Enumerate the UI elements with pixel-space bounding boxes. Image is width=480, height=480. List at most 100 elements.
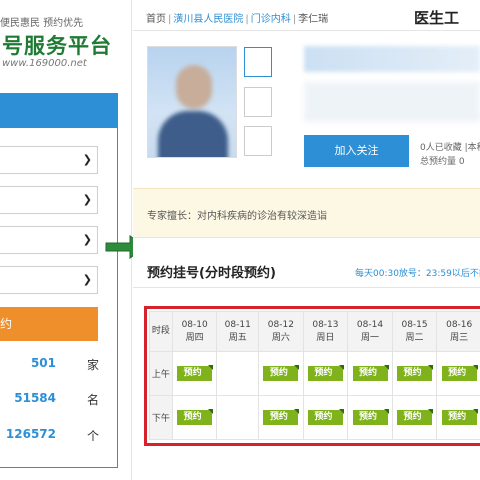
stat-doctors-value: 51584 <box>14 391 56 405</box>
appointment-count: 总预约量 0 <box>420 157 465 167</box>
doctor-photo <box>147 46 237 158</box>
schedule-date: 08-16 <box>446 319 473 330</box>
schedule-release-note: 每天00:30放号：23:59以后不能 <box>355 269 480 279</box>
schedule-slot: 预约 <box>258 351 304 396</box>
chevron-down-icon: ❯ <box>82 153 92 166</box>
schedule-row-label: 下午 <box>149 395 173 440</box>
breadcrumb-separator: | <box>168 14 172 25</box>
hospital-select[interactable]: ❯ <box>0 186 98 214</box>
schedule-weekday: 周一 <box>360 332 379 343</box>
breadcrumb-hospital[interactable]: 潢川县人民医院 <box>173 14 243 25</box>
schedule-row-label: 上午 <box>149 351 173 396</box>
schedule-slot: 预约 <box>171 395 218 440</box>
book-slot-button[interactable]: 预约 <box>352 365 389 381</box>
stat-appointments: 126572 个 <box>0 427 116 447</box>
schedule-weekday: 周日 <box>316 332 335 343</box>
expertise-box: 专家擅长：对内科疾病的诊治有较深造诣 <box>133 188 480 238</box>
schedule-date: 08-14 <box>356 319 384 330</box>
schedule-weekday: 周四 <box>185 332 204 343</box>
doctor-photo-body <box>158 111 228 157</box>
expertise-text: 专家擅长：对内科疾病的诊治有较深造诣 <box>147 211 327 222</box>
schedule-slot: 预约 <box>347 351 393 396</box>
schedule-row-afternoon: 下午 预约 预约 预约 预约 预约 预约 <box>149 395 480 440</box>
breadcrumb-separator: | <box>245 14 249 25</box>
chevron-down-icon: ❯ <box>82 233 92 246</box>
book-slot-button[interactable]: 预约 <box>263 409 300 425</box>
schedule-slot: 预约 <box>171 351 218 396</box>
site-brand-url: www.169000.net <box>2 58 87 69</box>
book-slot-button[interactable]: 预约 <box>307 409 344 425</box>
breadcrumb-doctor: 李仁瑞 <box>298 14 329 25</box>
book-slot-button[interactable]: 预约 <box>307 365 344 381</box>
stat-doctors: 51584 名 <box>0 391 116 411</box>
schedule-slot: 预约 <box>391 395 438 440</box>
book-slot-button[interactable]: 预约 <box>441 409 478 425</box>
doctor-photo-face <box>176 65 212 109</box>
divider <box>133 287 480 288</box>
schedule-date: 08-11 <box>224 319 251 330</box>
chevron-down-icon: ❯ <box>82 193 92 206</box>
book-slot-button[interactable]: 预约 <box>397 409 434 425</box>
breadcrumb-home[interactable]: 首页 <box>146 14 166 25</box>
schedule-day-header: 08-12 周六 <box>258 311 304 352</box>
doctor-select[interactable]: ❯ <box>0 266 98 294</box>
schedule-slot: 预约 <box>391 351 438 396</box>
schedule-slot: 预约 <box>436 395 480 440</box>
book-slot-button[interactable]: 预约 <box>441 365 478 381</box>
stat-doctors-unit: 名 <box>86 393 99 407</box>
schedule-slot-empty <box>216 395 260 440</box>
schedule-weekday: 周五 <box>228 332 247 343</box>
schedule-slot-empty <box>216 351 260 396</box>
schedule-day-header: 08-10 周四 <box>171 311 218 352</box>
page-title: 医生工 <box>414 9 460 27</box>
doctor-info-blurred <box>304 82 480 122</box>
book-slot-button[interactable]: 预约 <box>177 365 214 381</box>
doctor-name-blurred <box>304 46 480 72</box>
schedule-day-header: 08-14 周一 <box>347 311 393 352</box>
schedule-day-header: 08-13 周日 <box>302 311 349 352</box>
book-slot-button[interactable]: 预约 <box>352 409 389 425</box>
site-tagline: 便民惠民 预约优先 <box>0 18 84 29</box>
breadcrumb-separator: | <box>292 14 297 25</box>
schedule-slot: 预约 <box>302 395 349 440</box>
schedule-label-header: 时段 <box>149 311 173 352</box>
schedule-date: 08-13 <box>312 319 339 330</box>
breadcrumb: 首页 | 潢川县人民医院 | 门诊内科 | 李仁瑞 <box>146 10 328 25</box>
schedule-date: 08-15 <box>401 319 428 330</box>
schedule-slot: 预约 <box>258 395 304 440</box>
site-brand-title[interactable]: 号服务平台 <box>2 30 112 60</box>
search-panel-header <box>0 94 117 128</box>
book-search-button[interactable]: 约 <box>0 307 98 341</box>
schedule-day-header: 08-16 周三 <box>436 311 480 352</box>
schedule-slot: 预约 <box>347 395 393 440</box>
stat-hospitals-unit: 家 <box>86 358 99 372</box>
schedule-slot: 预约 <box>302 351 349 396</box>
schedule-date: 08-10 <box>181 319 208 330</box>
department-select[interactable]: ❯ <box>0 226 98 254</box>
book-slot-button[interactable]: 预约 <box>177 409 214 425</box>
stat-hospitals-value: 501 <box>30 356 56 370</box>
chevron-down-icon: ❯ <box>82 273 92 286</box>
photo-thumbnail[interactable] <box>244 87 272 117</box>
schedule-date: 08-12 <box>267 319 294 330</box>
region-select[interactable]: ❯ <box>0 146 98 174</box>
favorites-count: 0人已收藏 |本科 <box>420 143 480 153</box>
schedule-weekday: 周三 <box>450 332 469 343</box>
photo-thumbnail[interactable] <box>244 47 272 77</box>
photo-thumbnail[interactable] <box>244 126 272 156</box>
breadcrumb-department[interactable]: 门诊内科 <box>251 14 291 25</box>
schedule-row-morning: 上午 预约 预约 预约 预约 预约 预约 <box>149 351 480 396</box>
schedule-section-title: 预约挂号(分时段预约) <box>147 266 276 281</box>
schedule-table-highlight: 时段 08-10 周四 08-11 周五 08-12 周六 08-13 周日 08-14… <box>144 306 480 446</box>
schedule-weekday: 周六 <box>271 332 290 343</box>
stat-hospitals: 501 家 <box>0 356 116 376</box>
book-slot-button[interactable]: 预约 <box>397 365 434 381</box>
book-slot-button[interactable]: 预约 <box>263 365 300 381</box>
schedule-day-header: 08-11 周五 <box>216 311 260 352</box>
schedule-weekday: 周二 <box>405 332 424 343</box>
divider <box>133 30 480 31</box>
stat-appointments-unit: 个 <box>86 429 99 443</box>
stat-appointments-value: 126572 <box>5 427 56 441</box>
schedule-header-row: 时段 08-10 周四 08-11 周五 08-12 周六 08-13 周日 08-14… <box>149 311 480 352</box>
follow-button[interactable]: 加入关注 <box>304 135 409 167</box>
